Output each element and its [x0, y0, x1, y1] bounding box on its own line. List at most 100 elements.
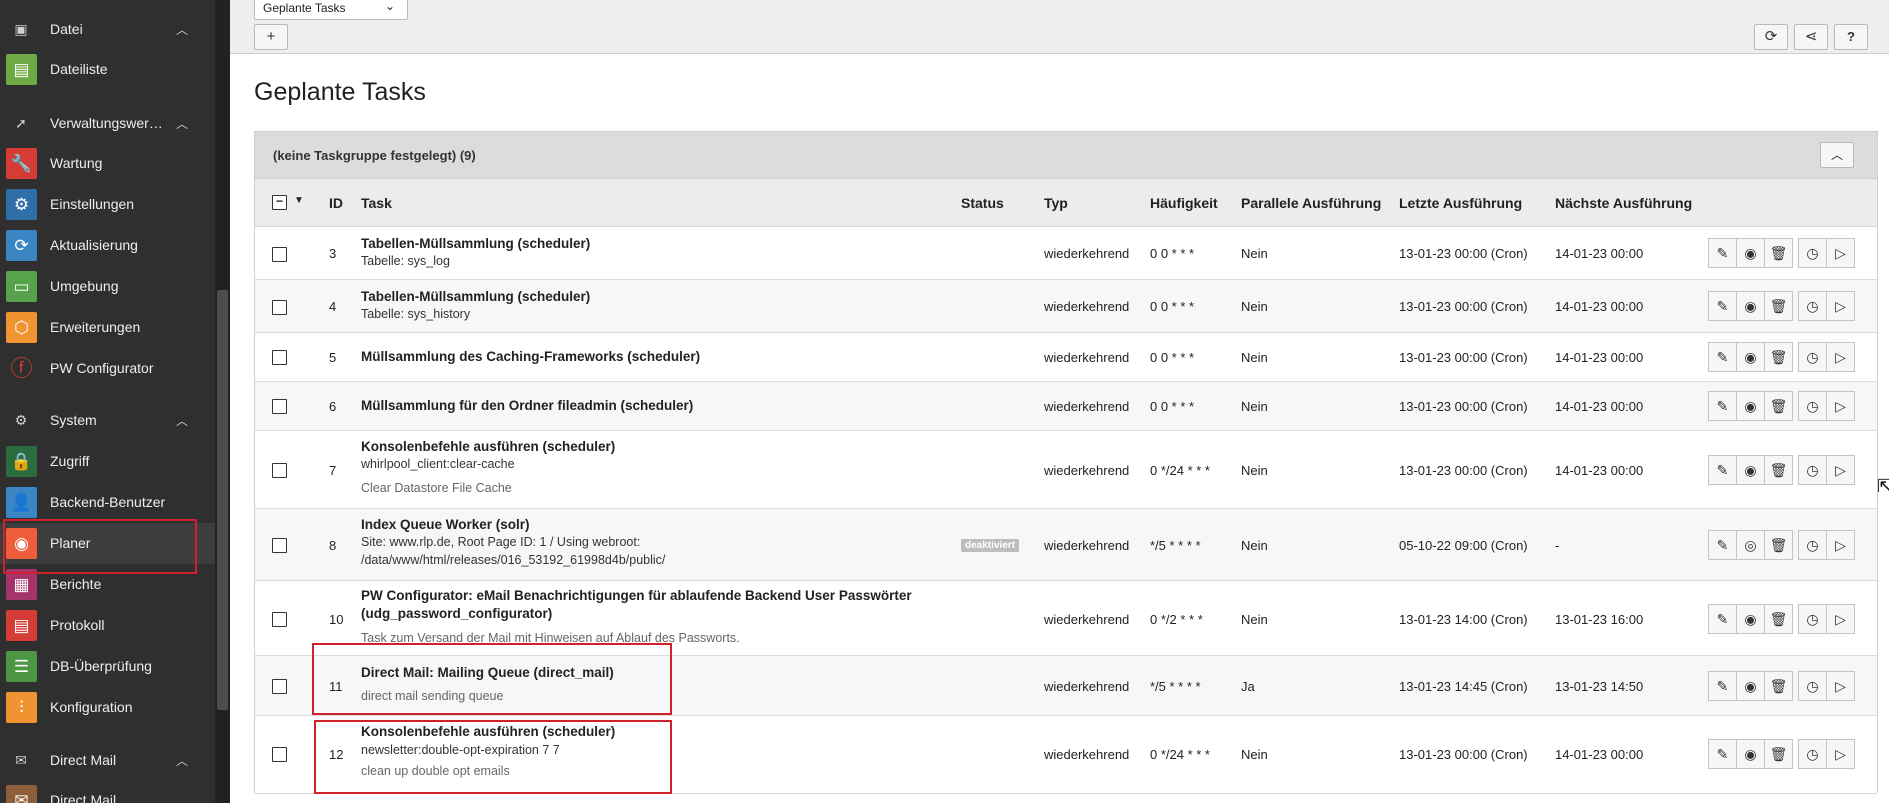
- table-row: 8 Index Queue Worker (solr) Site: www.rl…: [255, 509, 1877, 581]
- add-task-button[interactable]: +: [254, 24, 288, 50]
- task-description: Clear Datastore File Cache: [361, 481, 512, 495]
- sidebar-scrollbar-thumb[interactable]: [217, 290, 228, 710]
- group-system[interactable]: ⚙ System ︿: [0, 405, 215, 435]
- task-next-run: 14-01-23 00:00: [1555, 747, 1644, 762]
- trash-icon[interactable]: 🗑: [1764, 391, 1793, 421]
- sidebar-item-db-ueberpruefung[interactable]: ☰ DB-Überprüfung: [0, 646, 215, 687]
- play-icon[interactable]: ▷: [1826, 604, 1855, 634]
- play-icon[interactable]: ▷: [1826, 391, 1855, 421]
- edit-icon[interactable]: ✎: [1708, 291, 1737, 321]
- play-icon[interactable]: ▷: [1826, 739, 1855, 769]
- row-checkbox[interactable]: [272, 538, 287, 553]
- collapse-button[interactable]: ︿: [1820, 142, 1854, 168]
- group-direct-mail[interactable]: ✉ Direct Mail ︿: [0, 745, 215, 775]
- task-name[interactable]: Müllsammlung für den Ordner fileadmin (s…: [361, 398, 693, 413]
- sidebar-item-label: Erweiterungen: [50, 319, 141, 335]
- toggle-off-icon[interactable]: ◎: [1736, 530, 1765, 560]
- play-icon[interactable]: ▷: [1826, 671, 1855, 701]
- toggle-on-icon[interactable]: ◉: [1736, 238, 1765, 268]
- sidebar-item-aktualisierung[interactable]: ⟳ Aktualisierung: [0, 225, 215, 266]
- trash-icon[interactable]: 🗑: [1764, 455, 1793, 485]
- clock-icon[interactable]: ◷: [1798, 391, 1827, 421]
- task-name[interactable]: Müllsammlung des Caching-Frameworks (sch…: [361, 349, 700, 364]
- row-checkbox[interactable]: [272, 300, 287, 315]
- edit-icon[interactable]: ✎: [1708, 530, 1737, 560]
- toggle-on-icon[interactable]: ◉: [1736, 604, 1765, 634]
- sidebar-item-zugriff[interactable]: 🔒 Zugriff: [0, 441, 215, 482]
- play-icon[interactable]: ▷: [1826, 238, 1855, 268]
- row-checkbox[interactable]: [272, 247, 287, 262]
- trash-icon[interactable]: 🗑: [1764, 291, 1793, 321]
- sidebar-item-einstellungen[interactable]: ⚙ Einstellungen: [0, 184, 215, 225]
- trash-icon[interactable]: 🗑: [1764, 604, 1793, 634]
- toggle-on-icon[interactable]: ◉: [1736, 739, 1765, 769]
- clock-icon[interactable]: ◷: [1798, 342, 1827, 372]
- toggle-on-icon[interactable]: ◉: [1736, 391, 1765, 421]
- edit-icon[interactable]: ✎: [1708, 604, 1737, 634]
- edit-icon[interactable]: ✎: [1708, 671, 1737, 701]
- toggle-on-icon[interactable]: ◉: [1736, 342, 1765, 372]
- sidebar-item-erweiterungen[interactable]: ⬡ Erweiterungen: [0, 307, 215, 348]
- group-verwaltungswerkzeuge[interactable]: ➚ Verwaltungswerkzeuge ︿: [0, 108, 215, 138]
- clock-icon[interactable]: ◷: [1798, 671, 1827, 701]
- task-name[interactable]: Tabellen-Müllsammlung (scheduler): [361, 289, 590, 304]
- task-id: 3: [329, 246, 337, 261]
- toggle-on-icon[interactable]: ◉: [1736, 291, 1765, 321]
- edit-icon[interactable]: ✎: [1708, 455, 1737, 485]
- trash-icon[interactable]: 🗑: [1764, 238, 1793, 268]
- row-checkbox[interactable]: [272, 747, 287, 762]
- task-typ: wiederkehrend: [1044, 747, 1130, 762]
- reload-button[interactable]: ⟳: [1754, 24, 1788, 50]
- clock-icon[interactable]: ◷: [1798, 291, 1827, 321]
- module-function-select[interactable]: Geplante Tasks ⌄: [254, 0, 408, 20]
- sidebar-item-umgebung[interactable]: ▭ Umgebung: [0, 266, 215, 307]
- row-checkbox[interactable]: [272, 350, 287, 365]
- row-checkbox[interactable]: [272, 463, 287, 478]
- row-checkbox[interactable]: [272, 612, 287, 627]
- row-checkbox[interactable]: [272, 679, 287, 694]
- task-name[interactable]: Index Queue Worker (solr): [361, 517, 530, 532]
- sidebar-item-backend-benutzer[interactable]: 👤 Backend-Benutzer: [0, 482, 215, 523]
- play-icon[interactable]: ▷: [1826, 530, 1855, 560]
- toggle-on-icon[interactable]: ◉: [1736, 455, 1765, 485]
- user-icon: 👤: [6, 487, 37, 518]
- trash-icon[interactable]: 🗑: [1764, 530, 1793, 560]
- task-last-run: 13-01-23 00:00 (Cron): [1399, 463, 1528, 478]
- play-icon[interactable]: ▷: [1826, 342, 1855, 372]
- folder-icon: ▤: [6, 54, 37, 85]
- edit-icon[interactable]: ✎: [1708, 739, 1737, 769]
- clock-icon[interactable]: ◷: [1798, 455, 1827, 485]
- caret-down-icon[interactable]: ▼: [294, 195, 304, 206]
- sidebar-item-wartung[interactable]: 🔧 Wartung: [0, 143, 215, 184]
- task-name[interactable]: PW Configurator: eMail Benachrichtigunge…: [361, 588, 912, 603]
- edit-icon[interactable]: ✎: [1708, 342, 1737, 372]
- edit-icon[interactable]: ✎: [1708, 238, 1737, 268]
- trash-icon[interactable]: 🗑: [1764, 671, 1793, 701]
- group-datei[interactable]: ▣ Datei ︿: [0, 14, 215, 44]
- help-button[interactable]: ?: [1834, 24, 1868, 50]
- toggle-on-icon[interactable]: ◉: [1736, 671, 1765, 701]
- task-name[interactable]: Konsolenbefehle ausführen (scheduler): [361, 439, 615, 454]
- trash-icon[interactable]: 🗑: [1764, 739, 1793, 769]
- edit-icon[interactable]: ✎: [1708, 391, 1737, 421]
- row-checkbox[interactable]: [272, 399, 287, 414]
- share-button[interactable]: ⋖: [1794, 24, 1828, 50]
- task-typ: wiederkehrend: [1044, 350, 1130, 365]
- sidebar-item-protokoll[interactable]: ▤ Protokoll: [0, 605, 215, 646]
- task-frequency: 0 0 * * *: [1150, 246, 1195, 261]
- select-all-checkbox[interactable]: −: [272, 195, 287, 210]
- clock-icon[interactable]: ◷: [1798, 530, 1827, 560]
- play-icon[interactable]: ▷: [1826, 455, 1855, 485]
- task-name[interactable]: Tabellen-Müllsammlung (scheduler): [361, 236, 590, 251]
- sidebar-item-pw-configurator[interactable]: ⓕ PW Configurator: [0, 348, 215, 389]
- help-label: ?: [1847, 29, 1855, 44]
- trash-icon[interactable]: 🗑: [1764, 342, 1793, 372]
- sidebar-item-direct-mail[interactable]: ✉ Direct Mail: [0, 780, 215, 803]
- clock-icon[interactable]: ◷: [1798, 604, 1827, 634]
- sidebar-item-dateiliste[interactable]: ▤ Dateiliste: [0, 49, 215, 90]
- sidebar-item-label: Dateiliste: [50, 61, 108, 77]
- play-icon[interactable]: ▷: [1826, 291, 1855, 321]
- clock-icon[interactable]: ◷: [1798, 739, 1827, 769]
- clock-icon[interactable]: ◷: [1798, 238, 1827, 268]
- sidebar-item-konfiguration[interactable]: ⫶ Konfiguration: [0, 687, 215, 728]
